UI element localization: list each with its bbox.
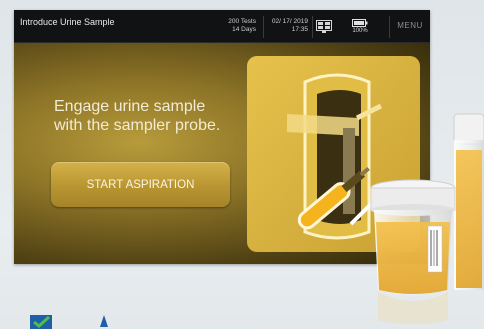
test-counter: 200 Tests 14 Days <box>200 18 256 34</box>
battery-status: 100% <box>348 19 372 34</box>
instruction-text: Engage urine sample with the sampler pro… <box>54 97 254 135</box>
divider <box>312 16 313 38</box>
urine-sample-cups-photo <box>370 113 484 325</box>
time-text: 17:35 <box>291 26 308 33</box>
battery-icon <box>352 19 368 27</box>
tests-remaining: 200 Tests <box>228 18 256 25</box>
instruction-line-1: Engage urine sample <box>54 98 206 115</box>
network-status-icon[interactable] <box>316 20 332 33</box>
menu-button[interactable]: MENU <box>390 10 430 42</box>
start-aspiration-button[interactable]: START ASPIRATION <box>51 162 230 207</box>
status-bar: Introduce Urine Sample 200 Tests 14 Days… <box>14 10 430 43</box>
brand-logo-mark <box>30 315 108 329</box>
battery-percent: 100% <box>352 28 368 34</box>
date-time: 02/ 17/ 2019 17:35 <box>260 18 308 34</box>
instruction-line-2: with the sampler probe. <box>54 117 221 134</box>
date-text: 02/ 17/ 2019 <box>271 18 308 25</box>
days-remaining: 14 Days <box>232 26 256 33</box>
screen-title: Introduce Urine Sample <box>20 17 115 27</box>
